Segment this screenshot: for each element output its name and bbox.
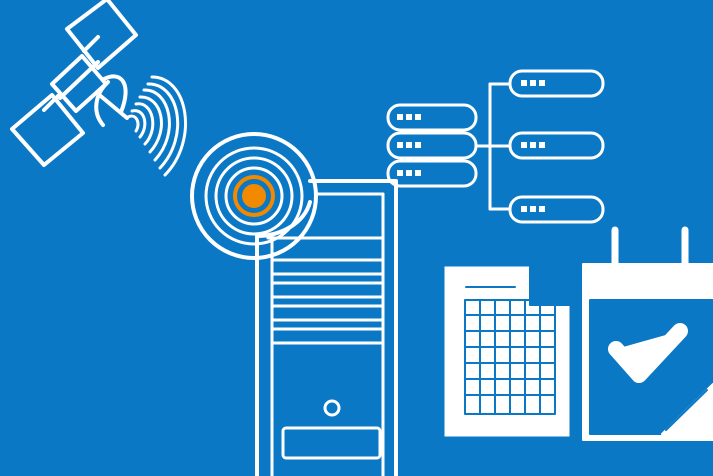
database-stack-icon: [386, 103, 478, 188]
illustration-canvas: [10, 0, 713, 476]
spreadsheet-document-icon: [441, 263, 573, 440]
network-tree-icon: [474, 69, 605, 224]
satellite-icon: [10, 0, 138, 167]
illustration-scene: [0, 0, 713, 476]
calendar-check-icon: [582, 226, 713, 441]
signal-waves-icon: [126, 75, 187, 177]
